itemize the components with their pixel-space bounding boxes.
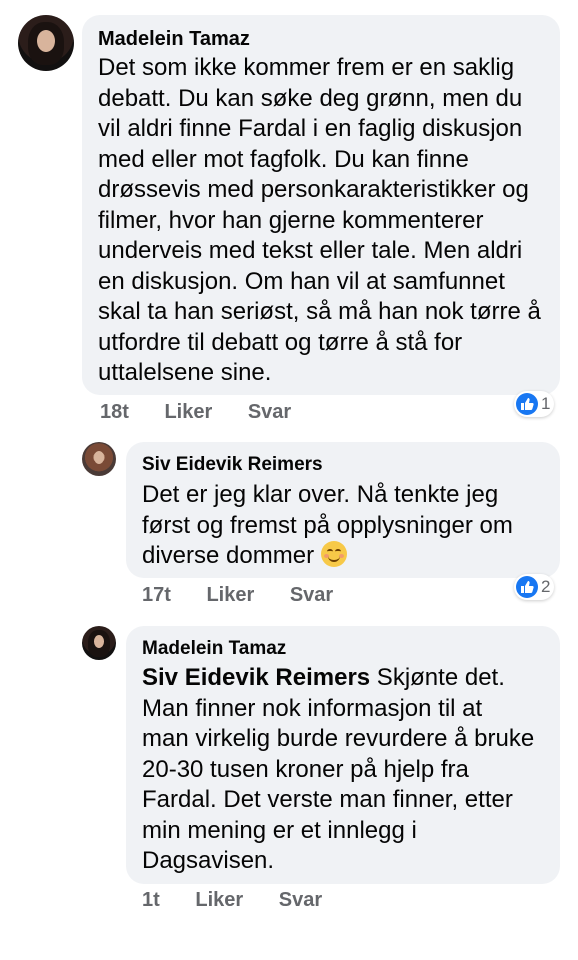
comment-line: 20-30 tusen kroner på hjelp fra [142, 755, 469, 783]
reaction-count: 1 [541, 394, 551, 413]
comment-line: med eller mot fagfolk. Du kan finne [98, 145, 469, 173]
avatar[interactable] [82, 626, 116, 660]
comment-line: Siv Eidevik Reimers Skjønte det. [142, 663, 534, 694]
reaction-count: 2 [541, 577, 551, 596]
smiling-face-icon [320, 541, 347, 567]
avatar[interactable] [82, 442, 116, 476]
comment-line: underveis med tekst eller tale. Men aldr… [98, 237, 523, 264]
comment-line: først og fremst på opplysninger om [142, 511, 513, 539]
comment-line: Man finner nok informasjon til at [142, 694, 483, 722]
comment-line: skal ta han seriøst, så må han nok tørre… [98, 298, 541, 325]
like-icon [516, 393, 538, 415]
emoji-mouth [327, 554, 340, 562]
comment-actions: 1t Liker Svar [142, 889, 352, 912]
comment-line: utfordre til debatt og tørre å stå for [98, 328, 463, 356]
comment-author[interactable]: Siv Eidevik Reimers [142, 454, 323, 476]
reaction-badge[interactable]: 2 [514, 574, 555, 600]
comment-timestamp[interactable]: 18t [100, 401, 129, 423]
comment-actions: 17t Liker Svar [142, 584, 363, 607]
comment-line-text: Skjønte det. [370, 664, 505, 691]
mention-link[interactable]: Siv Eidevik Reimers [142, 664, 370, 691]
comment-text: Siv Eidevik Reimers Skjønte det. Man fin… [142, 663, 534, 877]
comment-line: diverse dommer [142, 541, 513, 572]
avatar[interactable] [18, 15, 74, 71]
comment-line: Dagsavisen. [142, 847, 275, 874]
reply-button[interactable]: Svar [279, 889, 322, 911]
like-button[interactable]: Liker [195, 889, 243, 911]
comment-line: uttalelsene sine. [98, 359, 272, 386]
comment-author[interactable]: Madelein Tamaz [98, 28, 250, 51]
comment-timestamp[interactable]: 17t [142, 584, 171, 606]
comment-line: filmer, hvor han gjerne kommenterer [98, 206, 484, 234]
avatar-face [93, 450, 105, 465]
comment-actions: 18t Liker Svar [100, 401, 321, 424]
comment-line: en diskusjon. Om han vil at samfunnet [98, 267, 505, 295]
comment-text: Det som ikke kommer frem er en saklig de… [98, 53, 541, 389]
comment-line: debatt. Du kan søke deg grønn, men du [98, 84, 523, 112]
comment-line: man virkelig burde revurdere å bruke [142, 725, 535, 752]
like-button[interactable]: Liker [164, 401, 212, 423]
like-icon [516, 576, 538, 598]
reply-button[interactable]: Svar [248, 401, 291, 423]
comment-timestamp[interactable]: 1t [142, 889, 160, 911]
comment-line: Det som ikke kommer frem er en saklig [98, 54, 515, 81]
reaction-badge[interactable]: 1 [514, 391, 555, 417]
avatar-face [37, 29, 55, 52]
comment-line: min mening er et innlegg i [142, 816, 417, 844]
like-button[interactable]: Liker [206, 584, 254, 606]
comment-line-text: diverse dommer [142, 542, 315, 569]
comment-author[interactable]: Madelein Tamaz [142, 638, 286, 660]
comment-line: drøssevis med personkarakteristikker og [98, 176, 529, 203]
comment-line: Det er jeg klar over. Nå tenkte jeg [142, 481, 499, 508]
comment-text: Det er jeg klar over. Nå tenkte jeg førs… [142, 480, 513, 572]
comment-line: vil aldri finne Fardal i en faglig disku… [98, 115, 523, 142]
comment-line: Fardal. Det verste man finner, etter [142, 786, 513, 813]
reply-button[interactable]: Svar [290, 584, 333, 606]
